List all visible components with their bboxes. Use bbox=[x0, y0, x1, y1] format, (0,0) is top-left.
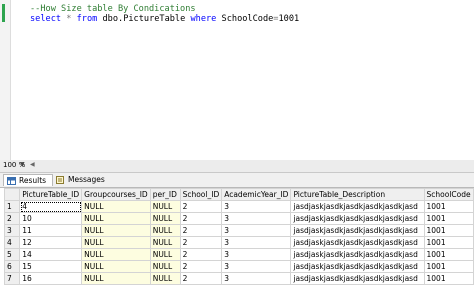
table-cell[interactable]: NULL bbox=[149, 248, 181, 261]
row-number[interactable]: 2 bbox=[4, 212, 21, 225]
table-cell[interactable]: 3 bbox=[221, 248, 292, 261]
table-cell[interactable]: 2 bbox=[179, 272, 223, 285]
row-number[interactable]: 7 bbox=[4, 272, 21, 285]
table-cell[interactable]: 3 bbox=[221, 272, 292, 285]
table-cell[interactable]: 3 bbox=[221, 200, 292, 213]
table-cell[interactable]: 1001 bbox=[423, 200, 474, 213]
table-cell[interactable]: NULL bbox=[81, 200, 151, 213]
table-cell[interactable]: 1001 bbox=[423, 236, 474, 249]
table-row[interactable]: 1 4 NULL NULL 2 3 jasdjaskjasdkjasdkjasdkjasdk… bbox=[4, 200, 474, 213]
results-tab-bar: Results Messages bbox=[0, 173, 474, 188]
editor-status-row: 100 % ▼ ◀ bbox=[0, 160, 474, 173]
table-cell[interactable]: 2 bbox=[179, 200, 223, 213]
table-cell[interactable]: 1001 bbox=[423, 248, 474, 261]
row-number[interactable]: 4 bbox=[4, 236, 21, 249]
table-cell[interactable]: 10 bbox=[19, 212, 83, 225]
table-cell[interactable]: jasdjaskjasdkjasdkjasdkjasdkjasd bbox=[290, 236, 425, 249]
column-header[interactable]: per_ID bbox=[149, 188, 181, 201]
table-cell[interactable]: 16 bbox=[19, 272, 83, 285]
kw-where: where bbox=[190, 14, 217, 24]
kw-from: from bbox=[76, 14, 98, 24]
table-cell[interactable]: jasdjaskjasdkjasdkjasdkjasdkjasd bbox=[290, 260, 425, 273]
table-cell[interactable]: jasdjaskjasdkjasdkjasdkjasdkjasd bbox=[290, 248, 425, 261]
table-cell[interactable]: 3 bbox=[221, 236, 292, 249]
table-cell[interactable]: 3 bbox=[221, 212, 292, 225]
table-cell[interactable]: NULL bbox=[149, 200, 181, 213]
filter-value: 1001 bbox=[278, 14, 300, 24]
table-row[interactable]: 5 14 NULL NULL 2 3 jasdjaskjasdkjasdkjasdkjasd… bbox=[4, 248, 474, 261]
table-cell[interactable]: 3 bbox=[221, 224, 292, 237]
table-cell[interactable]: NULL bbox=[81, 224, 151, 237]
tab-results-label: Results bbox=[19, 176, 47, 185]
table-cell[interactable]: NULL bbox=[149, 224, 181, 237]
table-name: dbo.PictureTable bbox=[102, 14, 186, 24]
column-header[interactable]: Groupcourses_ID bbox=[81, 188, 151, 201]
query-editor[interactable]: --How Size table By Condications select … bbox=[0, 0, 474, 161]
grid-icon bbox=[7, 177, 16, 185]
table-cell[interactable]: jasdjaskjasdkjasdkjasdkjasdkjasd bbox=[290, 200, 425, 213]
table-cell[interactable]: 1001 bbox=[423, 224, 474, 237]
results-grid[interactable]: PictureTable_ID Groupcourses_ID per_ID S… bbox=[4, 188, 474, 298]
table-cell[interactable]: 3 bbox=[221, 260, 292, 273]
table-cell[interactable]: 1001 bbox=[423, 272, 474, 285]
table-row[interactable]: 6 15 NULL NULL 2 3 jasdjaskjasdkjasdkjasdkjasd… bbox=[4, 260, 474, 273]
column-header[interactable]: School_ID bbox=[179, 188, 223, 201]
table-cell[interactable]: 2 bbox=[179, 236, 223, 249]
table-row[interactable]: 3 11 NULL NULL 2 3 jasdjaskjasdkjasdkjasdkjasd… bbox=[4, 224, 474, 237]
column-header[interactable]: AcademicYear_ID bbox=[221, 188, 292, 201]
table-cell[interactable]: 12 bbox=[19, 236, 83, 249]
table-cell[interactable]: NULL bbox=[149, 236, 181, 249]
column-name: SchoolCode bbox=[221, 14, 274, 24]
table-cell[interactable]: 4 bbox=[19, 200, 83, 213]
change-marker bbox=[2, 4, 5, 22]
table-cell[interactable]: jasdjaskjasdkjasdkjasdkjasdkjasd bbox=[290, 212, 425, 225]
row-number[interactable]: 6 bbox=[4, 260, 21, 273]
query-text[interactable]: --How Size table By Condications select … bbox=[30, 4, 299, 24]
table-cell[interactable]: 1001 bbox=[423, 212, 474, 225]
row-number[interactable]: 3 bbox=[4, 224, 21, 237]
row-number[interactable]: 1 bbox=[4, 200, 21, 213]
results-table: PictureTable_ID Groupcourses_ID per_ID S… bbox=[4, 188, 474, 285]
table-row[interactable]: 2 10 NULL NULL 2 3 jasdjaskjasdkjasdkjasdkjasd… bbox=[4, 212, 474, 225]
column-header[interactable]: SchoolCode bbox=[423, 188, 474, 201]
select-all-corner[interactable] bbox=[4, 188, 21, 201]
tab-messages[interactable]: Messages bbox=[53, 174, 105, 186]
tab-results[interactable]: Results bbox=[3, 174, 53, 186]
table-cell[interactable]: 2 bbox=[179, 224, 223, 237]
table-cell[interactable]: 1001 bbox=[423, 260, 474, 273]
header-row: PictureTable_ID Groupcourses_ID per_ID S… bbox=[4, 188, 474, 201]
table-cell[interactable]: 2 bbox=[179, 248, 223, 261]
table-cell[interactable]: 2 bbox=[179, 212, 223, 225]
table-row[interactable]: 4 12 NULL NULL 2 3 jasdjaskjasdkjasdkjasdkjasd… bbox=[4, 236, 474, 249]
row-number[interactable]: 5 bbox=[4, 248, 21, 261]
table-cell[interactable]: 15 bbox=[19, 260, 83, 273]
tab-messages-label: Messages bbox=[68, 175, 105, 184]
table-cell[interactable]: 14 bbox=[19, 248, 83, 261]
editor-gutter bbox=[0, 0, 11, 160]
table-cell[interactable]: NULL bbox=[149, 272, 181, 285]
table-cell[interactable]: NULL bbox=[81, 272, 151, 285]
table-cell[interactable]: 11 bbox=[19, 224, 83, 237]
table-cell[interactable]: NULL bbox=[149, 260, 181, 273]
table-cell[interactable]: NULL bbox=[81, 260, 151, 273]
table-cell[interactable]: NULL bbox=[81, 248, 151, 261]
table-cell[interactable]: jasdjaskjasdkjasdkjasdkjasdkjasd bbox=[290, 224, 425, 237]
scroll-left-icon[interactable]: ◀ bbox=[30, 161, 35, 168]
messages-icon bbox=[56, 176, 64, 184]
query-comment: --How Size table By Condications bbox=[30, 4, 196, 14]
op-star: * bbox=[66, 14, 72, 24]
column-header[interactable]: PictureTable_Description bbox=[290, 188, 425, 201]
table-cell[interactable]: NULL bbox=[149, 212, 181, 225]
table-cell[interactable]: NULL bbox=[81, 236, 151, 249]
table-cell[interactable]: NULL bbox=[81, 212, 151, 225]
table-cell[interactable]: jasdjaskjasdkjasdkjasdkjasdkjasd bbox=[290, 272, 425, 285]
table-row[interactable]: 7 16 NULL NULL 2 3 jasdjaskjasdkjasdkjasdkjasd… bbox=[4, 272, 474, 285]
zoom-dropdown-icon[interactable]: ▼ bbox=[20, 161, 25, 168]
kw-select: select bbox=[30, 14, 62, 24]
column-header[interactable]: PictureTable_ID bbox=[19, 188, 83, 201]
table-cell[interactable]: 2 bbox=[179, 260, 223, 273]
